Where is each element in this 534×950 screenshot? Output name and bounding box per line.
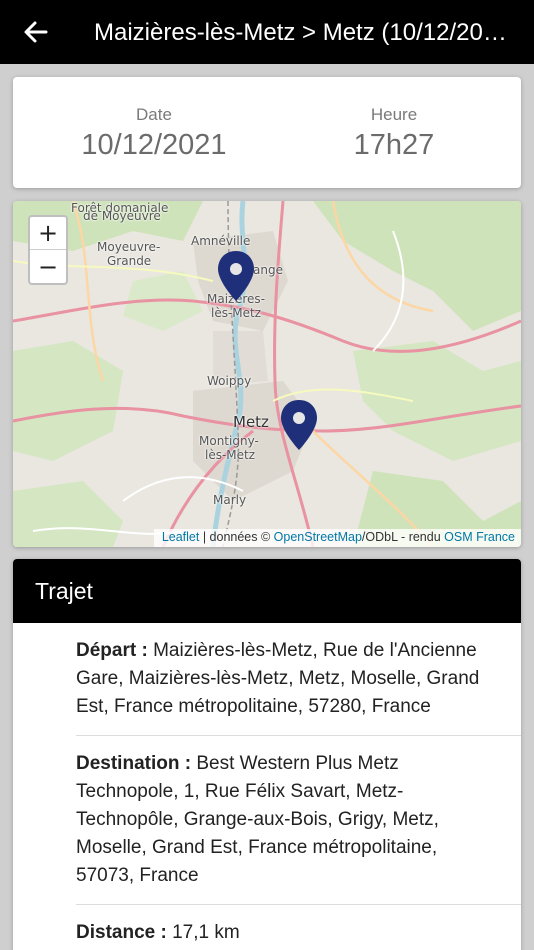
departure-marker-icon[interactable] <box>216 249 256 303</box>
time-value: 17h27 <box>353 129 435 161</box>
attribution-text-2: /ODbL - rendu <box>361 530 445 544</box>
datetime-card: Date 10/12/2021 Heure 17h27 <box>13 77 521 188</box>
trip-distance: Distance : 17,1 km <box>76 905 521 950</box>
map-tiles[interactable] <box>13 201 521 547</box>
destination-marker-icon[interactable] <box>279 398 319 452</box>
map-label-moyeuvre-foret: de Moyeuvre <box>83 209 161 223</box>
destination-label: Destination : <box>76 753 192 774</box>
depart-label: Départ : <box>76 640 148 661</box>
page-title: Maizières-lès-Metz > Metz (10/12/2021) <box>94 19 514 46</box>
map-label-marly: Marly <box>213 493 247 507</box>
zoom-in-button[interactable]: + <box>30 217 66 250</box>
trip-card: Trajet Départ : Maizières-lès-Metz, Rue … <box>13 559 521 950</box>
app-bar: Maizières-lès-Metz > Metz (10/12/2021) <box>0 0 534 64</box>
trip-depart: Départ : Maizières-lès-Metz, Rue de l'An… <box>76 623 521 736</box>
map-label-amneville: Amnéville <box>191 234 251 248</box>
map-label-woippy: Woippy <box>207 374 252 388</box>
map-label-metz: Metz <box>233 413 269 431</box>
back-arrow-icon[interactable] <box>22 18 50 46</box>
osm-france-link[interactable]: OSM France <box>444 530 515 544</box>
zoom-out-button[interactable]: − <box>30 250 66 283</box>
time-label: Heure <box>370 105 418 124</box>
map-label-montigny-2: lès-Metz <box>205 448 256 462</box>
trip-title: Trajet <box>13 559 521 623</box>
date-value: 10/12/2021 <box>81 129 227 161</box>
map-label-moyeuvre-2: Grande <box>107 254 152 268</box>
map-label-maizieres-3: lès-Metz <box>211 306 262 320</box>
map-attribution: Leaflet | données © OpenStreetMap/ODbL -… <box>153 529 521 547</box>
distance-value: 17,1 km <box>166 922 240 943</box>
time-block: Heure 17h27 <box>267 105 521 163</box>
date-block: Date 10/12/2021 <box>27 105 281 163</box>
map-label-range: ange <box>253 263 283 277</box>
map-label-montigny-1: Montigny- <box>199 434 259 448</box>
trip-destination: Destination : Best Western Plus Metz Tec… <box>76 736 521 905</box>
map-label-moyeuvre-1: Moyeuvre- <box>97 240 161 254</box>
leaflet-link[interactable]: Leaflet <box>162 530 200 544</box>
date-label: Date <box>136 105 172 124</box>
zoom-control: + − <box>28 215 68 285</box>
route-map[interactable]: Forêt domaniale de Moyeuvre Amnéville Mo… <box>13 201 521 547</box>
openstreetmap-link[interactable]: OpenStreetMap <box>274 530 362 544</box>
distance-label: Distance : <box>76 922 167 943</box>
attribution-text-1: | données © <box>199 530 274 544</box>
